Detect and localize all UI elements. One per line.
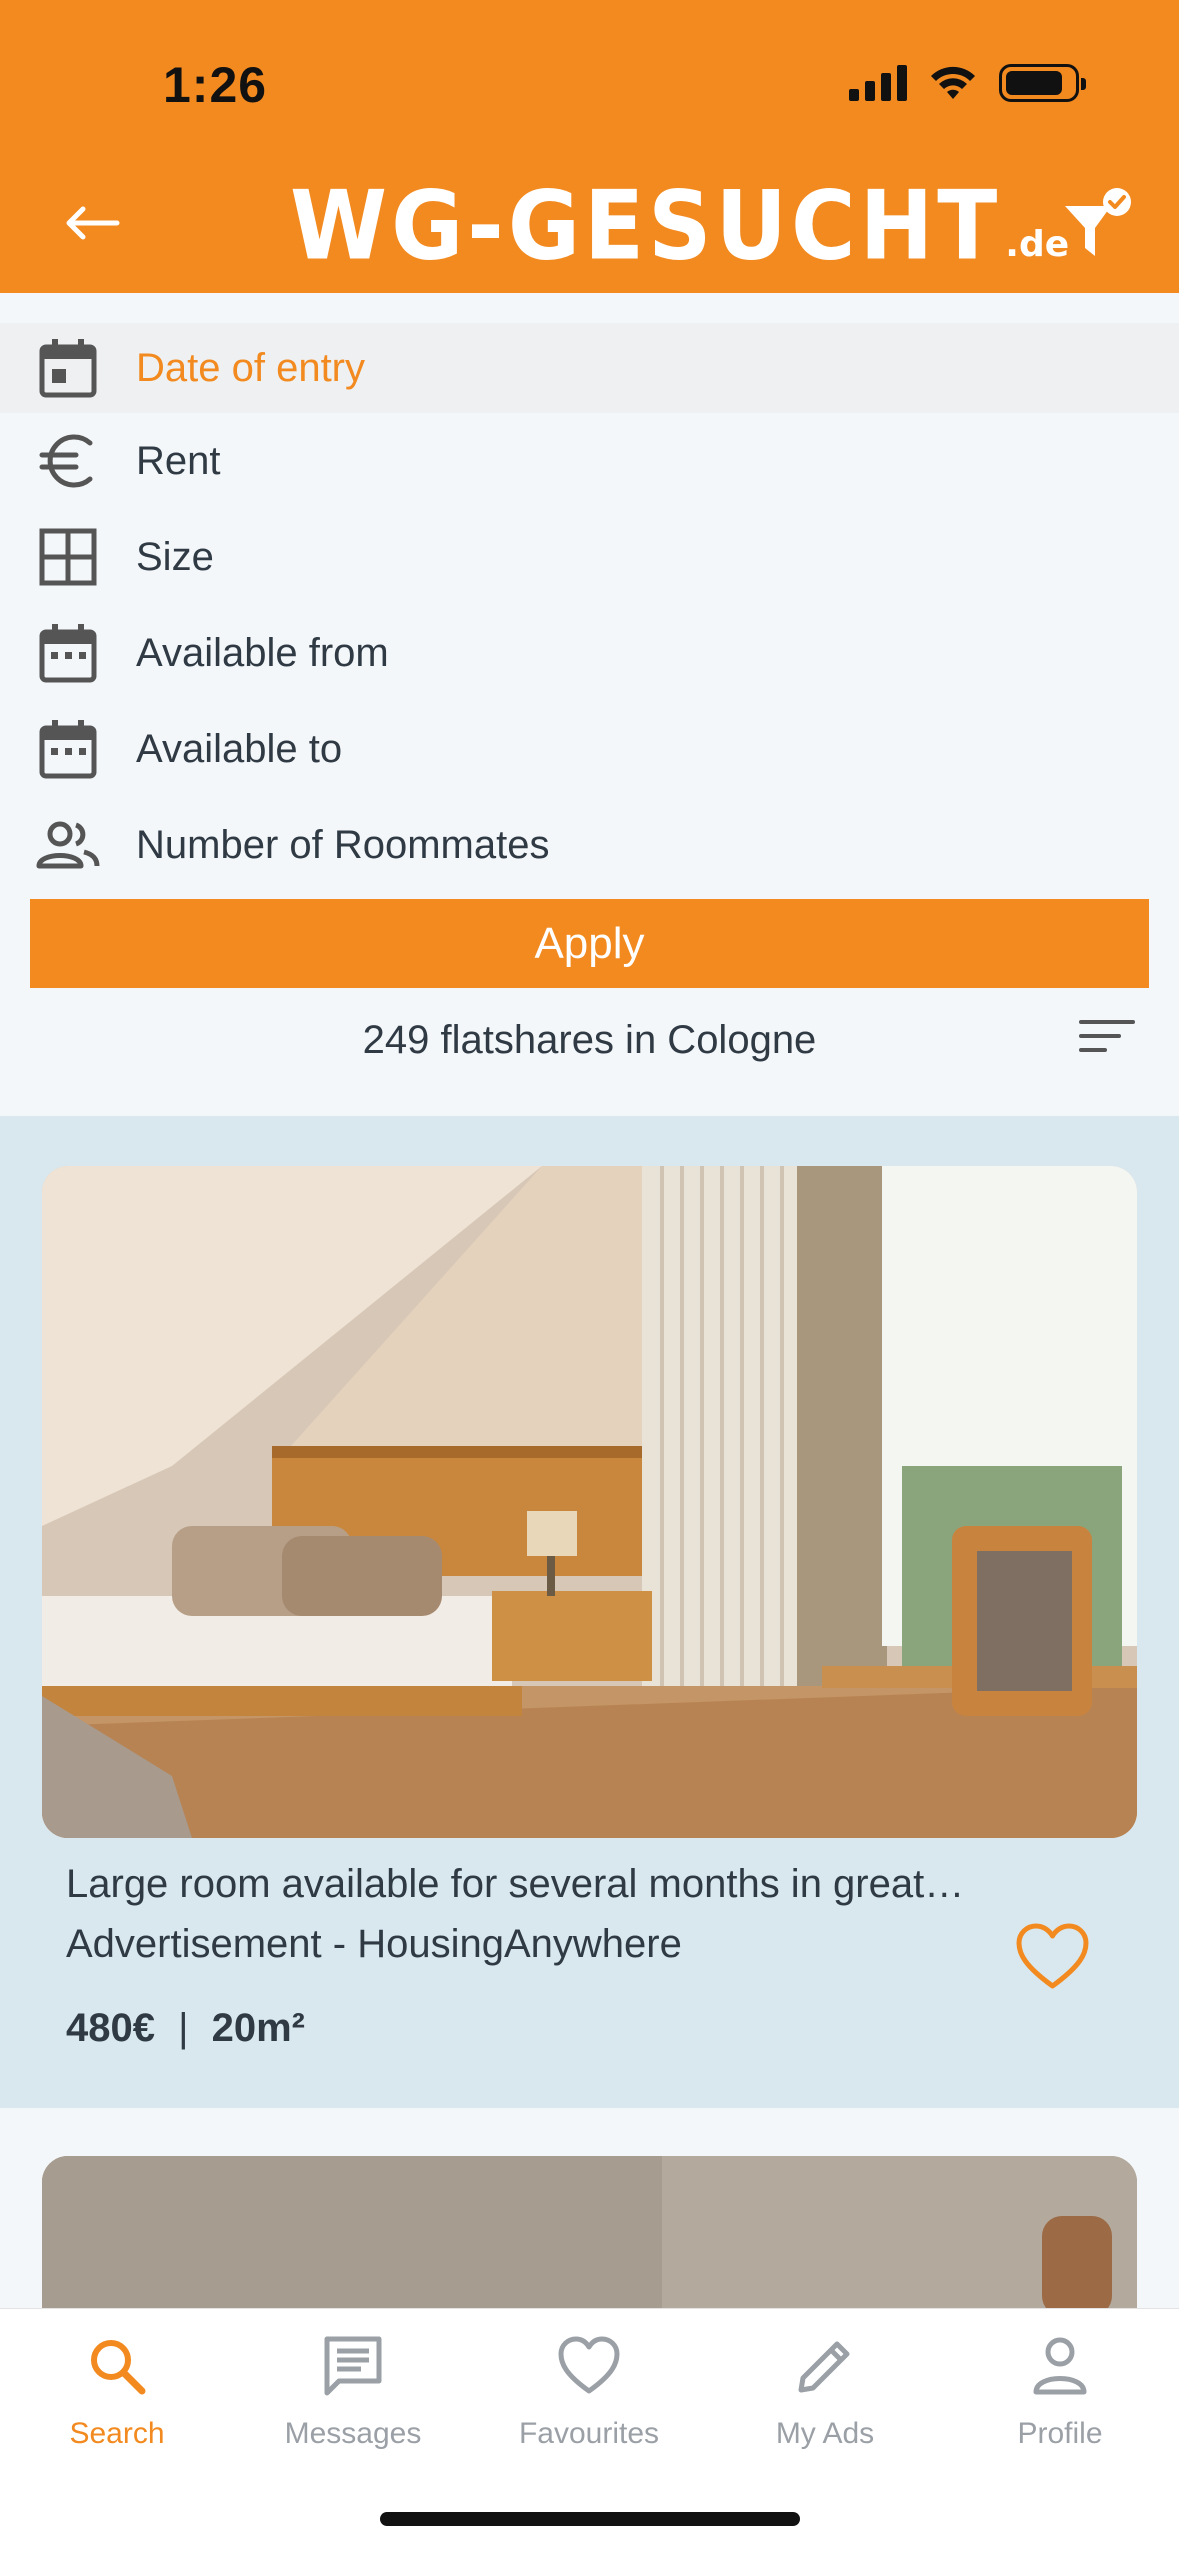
- app-header: 1:26 WG-GESUCHT .de: [0, 0, 1179, 293]
- tab-search[interactable]: Search: [17, 2331, 217, 2451]
- tab-label: My Ads: [775, 2417, 875, 2450]
- pencil-icon: [790, 2331, 860, 2401]
- filter-number-of-roommates[interactable]: Number of Roommates: [0, 797, 1179, 893]
- euro-icon: [36, 429, 100, 493]
- grid-icon: [36, 525, 100, 589]
- filter-label: Size: [136, 534, 214, 579]
- tab-label: Messages: [284, 2417, 422, 2450]
- bedroom-photo: [42, 1166, 1137, 1838]
- people-icon: [36, 813, 100, 877]
- listing-photo[interactable]: [42, 1166, 1137, 1838]
- tab-label: Profile: [1017, 2417, 1103, 2450]
- tab-my-ads[interactable]: My Ads: [725, 2331, 925, 2451]
- meta-separator: |: [178, 2006, 189, 2050]
- tab-favourites[interactable]: Favourites: [489, 2331, 689, 2451]
- wifi-icon: [931, 66, 975, 99]
- home-indicator[interactable]: [380, 2512, 800, 2526]
- listing-title[interactable]: Large room available for several months …: [66, 1862, 964, 1907]
- filter-date-of-entry[interactable]: Date of entry: [0, 323, 1179, 413]
- room-photo: [42, 2156, 1137, 2316]
- filter-available-to[interactable]: Available to: [0, 701, 1179, 797]
- filter-list: Date of entry Rent Size Available from A…: [0, 323, 1179, 893]
- heart-icon: [1016, 1923, 1089, 1989]
- logo-text: WG-GESUCHT: [290, 169, 1002, 282]
- filter-label: Available to: [136, 726, 343, 771]
- results-bar: 249 flatshares in Cologne: [0, 1000, 1179, 1080]
- listing-photo-next[interactable]: [42, 2156, 1137, 2316]
- tab-messages[interactable]: Messages: [253, 2331, 453, 2451]
- search-icon: [82, 2331, 152, 2401]
- apply-button[interactable]: Apply: [30, 899, 1149, 988]
- message-icon: [318, 2331, 388, 2401]
- filter-available-from[interactable]: Available from: [0, 605, 1179, 701]
- sort-button[interactable]: [1079, 1020, 1139, 1064]
- listing-size: 20m²: [211, 2006, 306, 2050]
- back-button[interactable]: [56, 188, 126, 258]
- filter-rent[interactable]: Rent: [0, 413, 1179, 509]
- arrow-left-icon: [66, 206, 120, 240]
- heart-icon: [554, 2331, 624, 2401]
- sort-icon: [1079, 1020, 1139, 1052]
- app-logo: WG-GESUCHT .de: [290, 170, 1069, 281]
- filter-size[interactable]: Size: [0, 509, 1179, 605]
- filter-label: Date of entry: [136, 345, 366, 390]
- filter-check-icon: [1065, 188, 1131, 256]
- status-icons: [849, 64, 1086, 102]
- calendar-icon: [36, 621, 100, 685]
- status-time: 1:26: [163, 57, 268, 113]
- calendar-icon: [36, 336, 100, 400]
- filter-label: Number of Roommates: [136, 822, 550, 867]
- listing-meta: 480€ | 20m²: [66, 2006, 305, 2051]
- tab-label: Favourites: [518, 2417, 660, 2450]
- person-icon: [1025, 2331, 1095, 2401]
- listing-source: Advertisement - HousingAnywhere: [66, 1922, 682, 1966]
- favourite-button[interactable]: [1015, 1922, 1090, 1992]
- tab-profile[interactable]: Profile: [960, 2331, 1160, 2451]
- tab-label: Search: [69, 2417, 165, 2450]
- results-count: 249 flatshares in Cologne: [362, 1017, 817, 1062]
- signal-icon: [849, 65, 907, 101]
- calendar-icon: [36, 717, 100, 781]
- battery-icon: [999, 64, 1086, 102]
- filter-button[interactable]: [1059, 186, 1139, 266]
- listing-price: 480€: [66, 2006, 155, 2050]
- filter-label: Available from: [136, 630, 389, 675]
- filter-label: Rent: [136, 438, 221, 483]
